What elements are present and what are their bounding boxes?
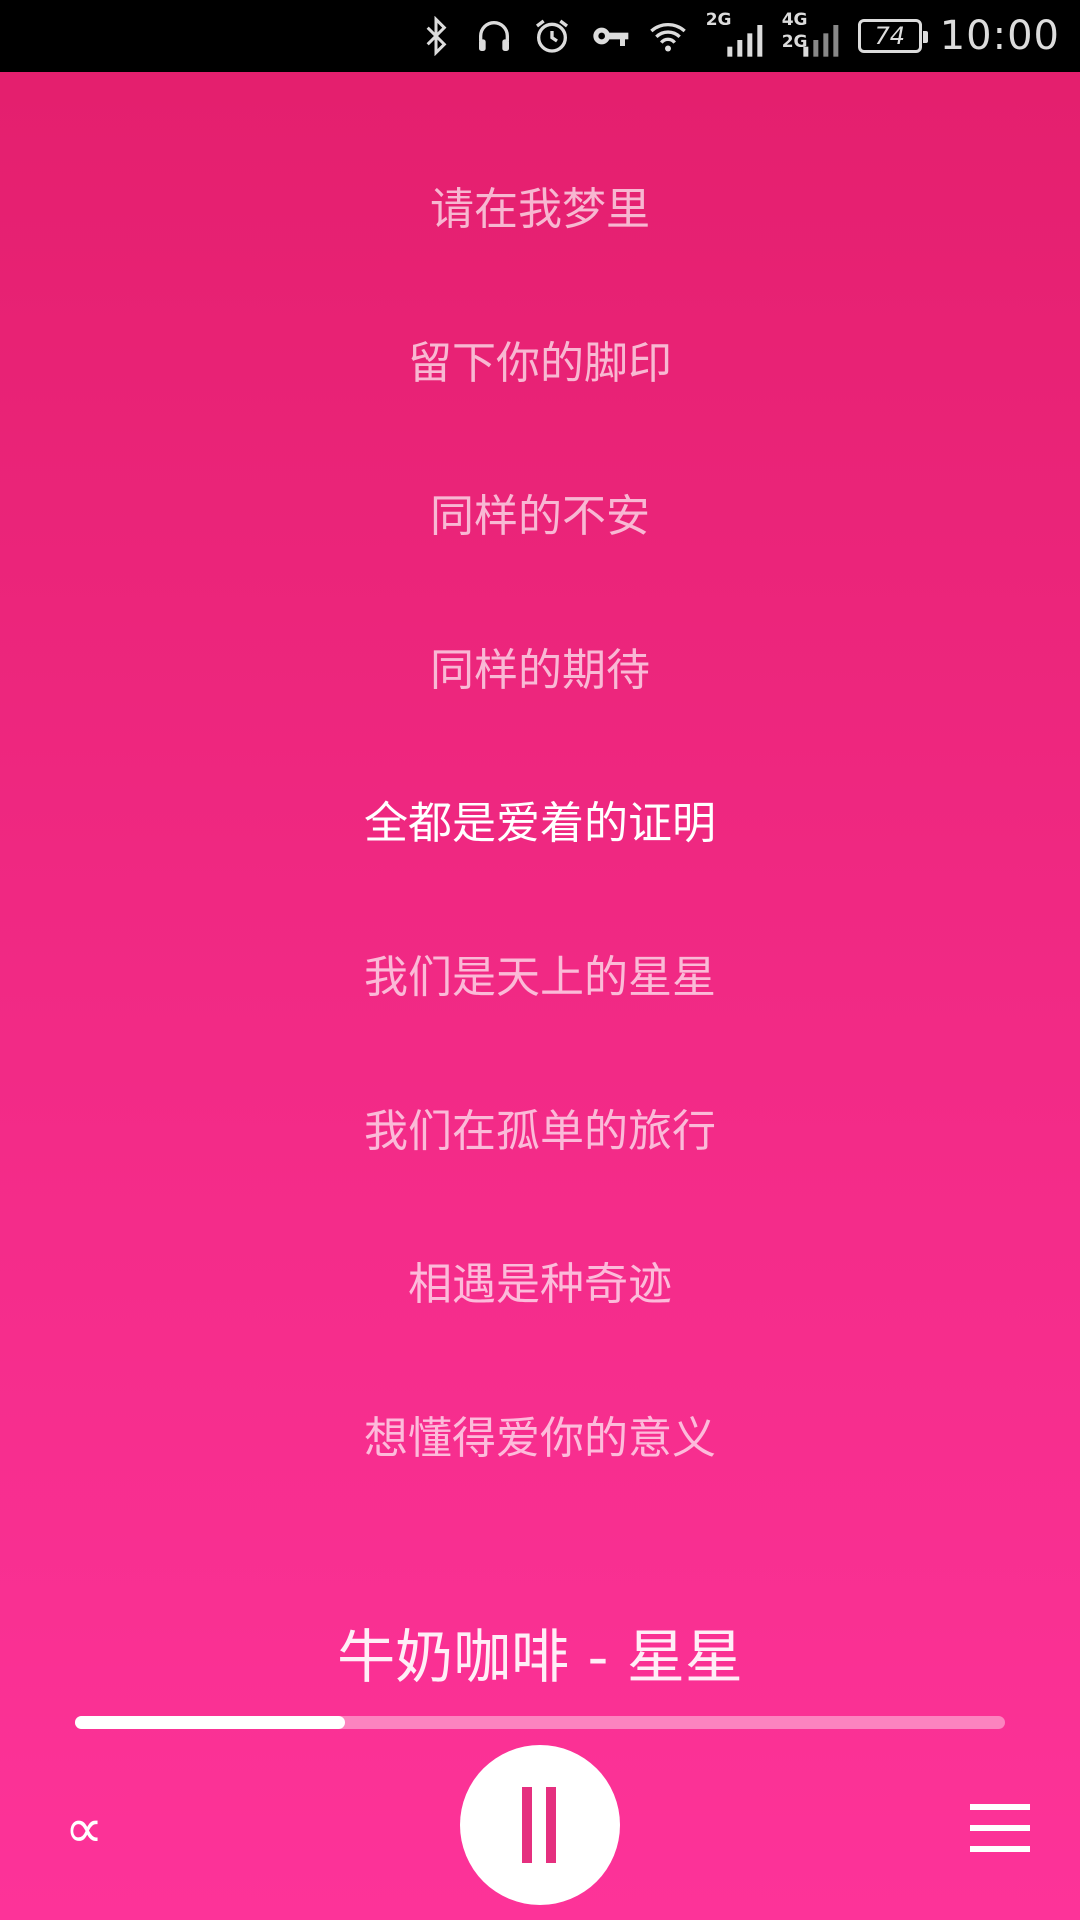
vpn-key-icon: [590, 16, 630, 56]
lyric-line: 同样的期待: [430, 644, 650, 696]
progress-bar[interactable]: [75, 1716, 1005, 1729]
shuffle-mode-icon[interactable]: ∝: [52, 1802, 116, 1856]
lyric-line: 请在我梦里: [430, 184, 650, 235]
menu-icon[interactable]: [970, 1800, 1030, 1856]
wifi-icon: [648, 16, 688, 56]
lyric-line: 同样的不安: [430, 491, 650, 543]
alarm-icon: [532, 16, 572, 56]
pause-button[interactable]: [460, 1745, 620, 1905]
lyric-line: 相遇是种奇迹: [408, 1259, 672, 1311]
lyrics-view[interactable]: 请在我梦里 留下你的脚印 同样的不安 同样的期待 全都是爱着的证明 我们是天上的…: [0, 150, 1080, 1532]
signal-icon: 2G: [706, 10, 764, 60]
signal-icon: 4G 2G: [782, 10, 840, 60]
pause-icon: [522, 1787, 532, 1863]
battery-icon: 74: [857, 19, 928, 53]
lyric-line: 我们是天上的星星: [364, 951, 716, 1003]
lyric-line: 想懂得爱你的意义: [364, 1412, 716, 1464]
pause-icon: [546, 1787, 556, 1863]
lyric-line: 我们在孤单的旅行: [364, 1105, 716, 1157]
lyric-line-current: 全都是爱着的证明: [364, 798, 716, 850]
bluetooth-icon: [416, 16, 456, 56]
headphones-icon: [474, 16, 514, 56]
clock: 10:00: [939, 13, 1060, 59]
song-title: 牛奶咖啡 - 星星: [337, 1623, 743, 1691]
lyric-line: 留下你的脚印: [408, 337, 672, 389]
progress-fill: [75, 1716, 345, 1729]
status-bar: 2G 4G 2G 74 10:00: [0, 0, 1080, 72]
battery-level: 74: [874, 22, 905, 50]
